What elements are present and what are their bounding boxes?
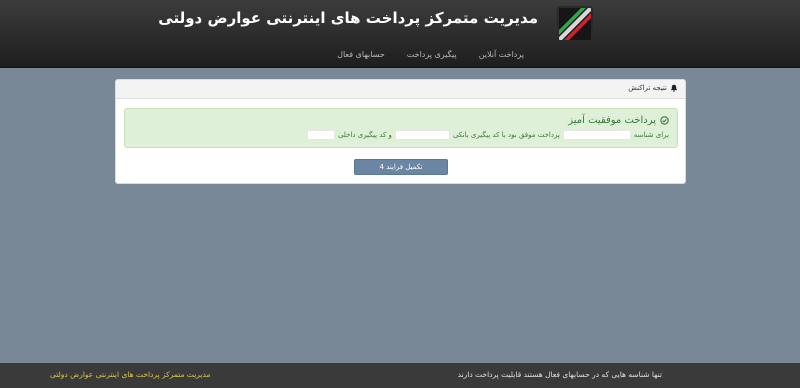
- nav-active-accounts[interactable]: حسابهای فعال: [337, 50, 385, 59]
- alert-text-bank: پرداخت موفق بود با کد پیگیری بانکی: [452, 131, 560, 139]
- main-nav: پرداخت آنلاین پیگیری پرداخت حسابهای فعال: [337, 50, 524, 59]
- success-alert: پرداخت موفقیت آمیز برای شناسه پرداخت موف…: [124, 108, 678, 148]
- bell-icon: [670, 84, 678, 92]
- site-title: مدیریت متمرکز پرداخت های اینترنتی عوارض …: [158, 9, 538, 27]
- site-header: مدیریت متمرکز پرداخت های اینترنتی عوارض …: [0, 0, 800, 68]
- nav-online-payment[interactable]: پرداخت آنلاین: [479, 50, 524, 59]
- check-circle-icon: [660, 116, 669, 125]
- alert-title: پرداخت موفقیت آمیز: [568, 115, 656, 126]
- panel-heading-title: نتیجه تراکنش: [628, 84, 667, 92]
- nav-payment-tracking[interactable]: پیگیری پرداخت: [407, 50, 457, 59]
- complete-process-button[interactable]: تکمیل فرایند 4: [354, 159, 448, 175]
- transaction-result-panel: نتیجه تراکنش پرداخت موفقیت آمیز برای شنا…: [115, 79, 686, 184]
- site-footer: تنها شناسه هایی که در حسابهای فعال هستند…: [0, 363, 800, 388]
- payment-id-value: [562, 130, 631, 140]
- panel-heading: نتیجه تراکنش: [116, 80, 685, 99]
- alert-text-id: برای شناسه: [633, 131, 669, 139]
- bank-tracking-code: [394, 130, 450, 140]
- footer-note: تنها شناسه هایی که در حسابهای فعال هستند…: [457, 370, 662, 379]
- alert-text-internal: و کد پیگیری داخلی: [337, 131, 392, 139]
- logo-icon[interactable]: [557, 6, 593, 42]
- internal-tracking-code: [306, 130, 335, 140]
- alert-message: برای شناسه پرداخت موفق بود با کد پیگیری …: [306, 130, 669, 140]
- footer-brand[interactable]: مدیریت متمرکز پرداخت های اینترنتی عوارض …: [50, 370, 210, 379]
